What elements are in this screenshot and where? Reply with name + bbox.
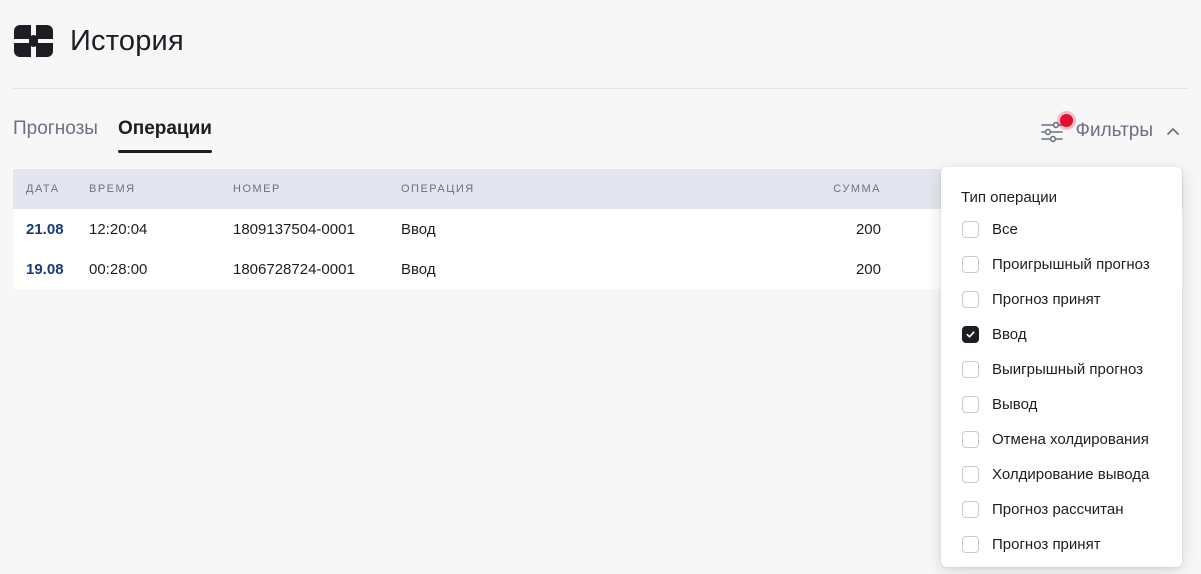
option-label: Проигрышный прогноз	[992, 255, 1150, 273]
checkbox[interactable]	[962, 290, 979, 308]
filter-option-all[interactable]: Все	[962, 219, 1018, 239]
option-label: Выигрышный прогноз	[992, 360, 1144, 378]
cell-amount: 200	[855, 220, 881, 238]
filter-option-withdrawal[interactable]: Вывод	[962, 394, 1037, 414]
checkbox[interactable]	[962, 255, 979, 273]
column-header-number: Номер	[233, 183, 281, 195]
header-divider	[13, 88, 1188, 89]
filter-option-forecast-accepted[interactable]: Прогноз принят	[962, 289, 1101, 309]
filter-option-forecast-settled[interactable]: Прогноз рассчитан	[962, 499, 1123, 519]
cell-operation: Ввод	[401, 220, 436, 238]
history-page: История Прогнозы Операции Фильтры Дата В…	[0, 0, 1201, 574]
filter-option-losing-forecast[interactable]: Проигрышный прогноз	[962, 254, 1150, 274]
cell-time: 00:28:00	[89, 260, 148, 278]
tab-operations[interactable]: Операции	[117, 118, 213, 153]
filter-option-forecast-accepted-2[interactable]: Прогноз принят	[962, 534, 1101, 554]
checkbox[interactable]	[962, 325, 979, 343]
dropdown-title: Тип операции	[961, 189, 1058, 206]
option-label: Холдирование вывода	[992, 465, 1150, 483]
option-label: Отмена холдирования	[992, 430, 1149, 448]
checkbox[interactable]	[962, 220, 979, 238]
filters-label: Фильтры	[1075, 120, 1153, 141]
filter-option-withdrawal-hold[interactable]: Холдирование вывода	[962, 464, 1149, 484]
checkbox[interactable]	[962, 395, 979, 413]
option-label: Вывод	[992, 395, 1038, 413]
filter-option-winning-forecast[interactable]: Выигрышный прогноз	[962, 359, 1143, 379]
cell-time: 12:20:04	[89, 220, 148, 238]
checkbox[interactable]	[962, 430, 979, 448]
filter-active-indicator	[1059, 114, 1073, 127]
filter-icon-wrap	[1040, 114, 1073, 144]
logo-icon	[14, 22, 53, 60]
column-header-date: Дата	[26, 183, 60, 195]
cell-number: 1809137504-0001	[233, 220, 355, 238]
checkbox[interactable]	[962, 360, 979, 378]
option-label: Прогноз принят	[992, 535, 1101, 553]
option-label: Ввод	[992, 325, 1027, 343]
cell-date: 21.08	[26, 220, 64, 238]
option-label: Прогноз рассчитан	[992, 500, 1124, 518]
column-header-amount: Сумма	[833, 183, 881, 195]
cell-number: 1806728724-0001	[233, 260, 355, 278]
page-title: История	[70, 24, 184, 57]
column-header-operation: Операция	[401, 183, 475, 195]
tabs: Прогнозы Операции	[13, 118, 213, 153]
column-header-time: Время	[89, 183, 136, 195]
cell-amount: 200	[855, 260, 881, 278]
filter-dropdown: Тип операции Все Проигрышный прогноз Прогн…	[941, 167, 1182, 567]
filters-button[interactable]: Фильтры	[1040, 114, 1181, 144]
checkbox[interactable]	[962, 500, 979, 518]
cell-date: 19.08	[26, 260, 64, 278]
option-label: Прогноз принят	[992, 290, 1101, 308]
tab-forecasts[interactable]: Прогнозы	[13, 118, 98, 150]
check-icon	[966, 330, 975, 338]
option-label: Все	[992, 220, 1018, 238]
filter-option-deposit[interactable]: Ввод	[962, 324, 1027, 344]
checkbox[interactable]	[962, 465, 979, 483]
checkbox[interactable]	[962, 535, 979, 553]
cell-operation: Ввод	[401, 260, 436, 278]
filter-option-cancel-hold[interactable]: Отмена холдирования	[962, 429, 1149, 449]
chevron-up-icon	[1167, 128, 1179, 135]
page-header: История	[14, 22, 184, 60]
